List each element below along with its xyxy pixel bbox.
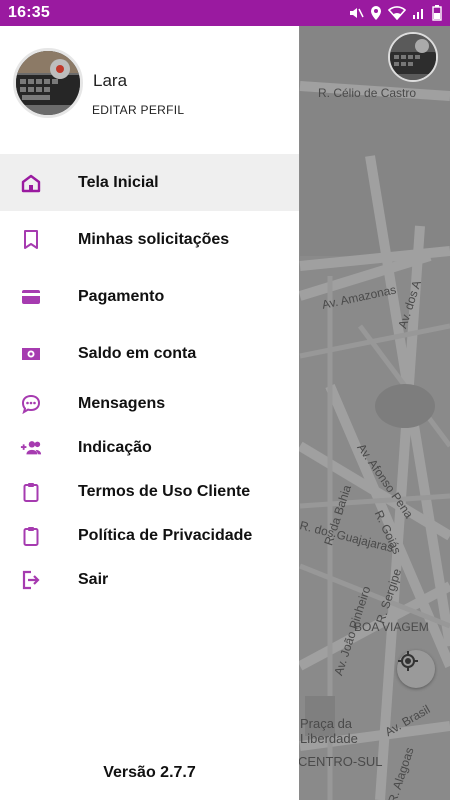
mute-icon xyxy=(348,5,364,21)
menu-item-label: Política de Privacidade xyxy=(78,527,253,544)
map-label: CENTRO-SUL xyxy=(298,754,383,769)
credit-card-icon xyxy=(20,286,42,308)
avatar[interactable] xyxy=(13,48,83,118)
menu-item-logout[interactable]: Sair xyxy=(0,558,299,602)
battery-icon xyxy=(432,5,442,21)
menu-item-label: Saldo em conta xyxy=(78,344,197,362)
menu-item-label: Sair xyxy=(78,571,109,588)
menu-item-my-requests[interactable]: Minhas solicitações xyxy=(0,211,299,268)
add-group-icon xyxy=(20,437,42,459)
home-icon xyxy=(20,172,42,194)
map-label: R. Célio de Castro xyxy=(318,86,417,100)
menu-item-referral[interactable]: Indicação xyxy=(0,426,299,470)
signal-icon xyxy=(412,6,426,20)
status-bar: 16:35 xyxy=(0,0,450,26)
exit-icon xyxy=(20,569,42,591)
menu-item-privacy[interactable]: Política de Privacidade xyxy=(0,514,299,558)
location-icon xyxy=(370,5,382,21)
my-location-button[interactable] xyxy=(397,650,435,688)
chat-bubble-icon xyxy=(20,393,42,415)
menu-item-label: Indicação xyxy=(78,439,152,456)
map-avatar[interactable] xyxy=(388,32,438,82)
map-label: Praça da Liberdade xyxy=(300,716,358,746)
clipboard-icon xyxy=(20,481,42,503)
menu-item-home[interactable]: Tela Inicial xyxy=(0,154,299,211)
status-time: 16:35 xyxy=(8,4,50,21)
menu-item-label: Minhas solicitações xyxy=(78,230,230,248)
app-version: Versão 2.7.7 xyxy=(103,764,196,781)
menu-item-balance[interactable]: Saldo em conta xyxy=(0,325,299,382)
profile-name: Lara xyxy=(93,71,128,90)
profile-header: Lara EDITAR PERFIL xyxy=(0,26,299,154)
money-icon xyxy=(20,343,42,365)
clipboard-icon xyxy=(20,525,42,547)
map-label: BOA VIAGEM xyxy=(354,620,429,634)
menu-item-payment[interactable]: Pagamento xyxy=(0,268,299,325)
status-icons xyxy=(348,5,442,21)
navigation-drawer: Lara EDITAR PERFIL Tela Inicial Minhas s… xyxy=(0,26,299,800)
menu-item-label: Pagamento xyxy=(78,287,165,305)
menu-item-label: Mensagens xyxy=(78,395,166,412)
menu-item-messages[interactable]: Mensagens xyxy=(0,382,299,426)
wifi-icon xyxy=(388,6,406,20)
bookmark-icon xyxy=(20,229,42,251)
menu-item-terms[interactable]: Termos de Uso Cliente xyxy=(0,470,299,514)
menu-item-label: Tela Inicial xyxy=(78,173,159,191)
menu-item-label: Termos de Uso Cliente xyxy=(78,483,251,500)
edit-profile-link[interactable]: EDITAR PERFIL xyxy=(92,103,184,117)
